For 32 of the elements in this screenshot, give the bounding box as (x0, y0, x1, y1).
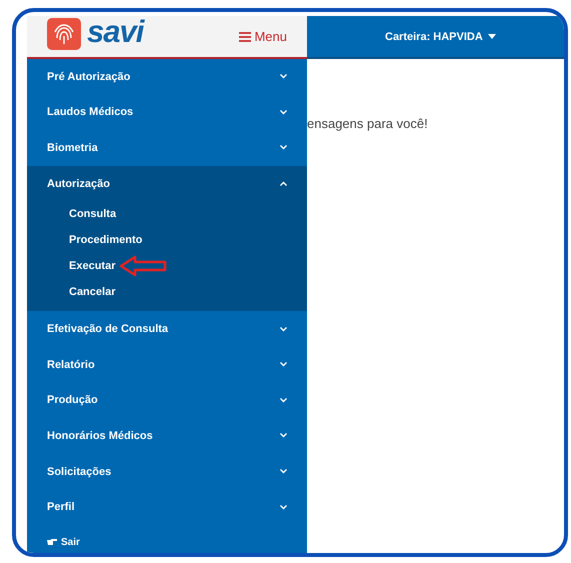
chevron-icon (280, 469, 287, 474)
submenu-item[interactable]: Consulta (69, 208, 116, 220)
chevron-icon (280, 398, 287, 403)
menu-button[interactable]: Menu (239, 29, 287, 44)
chevron-icon (280, 362, 287, 368)
logout-link[interactable]: Sair (27, 524, 307, 553)
menu-item[interactable]: Efetivação de Consulta (27, 311, 307, 347)
chevron-icon (280, 74, 287, 80)
chevron-icon (280, 145, 287, 150)
menu-item[interactable]: Autorização (27, 166, 307, 202)
submenu-item[interactable]: Executar (69, 260, 116, 272)
menu-item[interactable]: Honorários Médicos (27, 418, 307, 454)
wallet-dropdown[interactable]: Carteira: HAPVIDA (385, 30, 496, 42)
chevron-icon (280, 433, 287, 438)
caret-icon (488, 34, 496, 39)
message-text: ensagens para você! (307, 116, 428, 131)
menu-item[interactable]: Produção (27, 382, 307, 418)
menu-item[interactable]: Biometria (27, 130, 307, 166)
menu-item[interactable]: Perfil (27, 489, 307, 525)
chevron-icon (280, 326, 287, 332)
chevron-icon (280, 504, 287, 510)
menu-icon (239, 32, 252, 42)
submenu-item[interactable]: Procedimento (69, 234, 142, 246)
submenu-item[interactable]: Cancelar (69, 286, 116, 298)
menu-item[interactable]: Relatório (27, 346, 307, 383)
pointing-hand-icon (47, 539, 57, 546)
menu-item[interactable]: Laudos Médicos (27, 94, 307, 130)
chevron-icon (280, 110, 287, 115)
menu-item[interactable]: Solicitações (27, 454, 307, 490)
menu-item[interactable]: Pré Autorização (27, 59, 307, 95)
logo-wordmark: savi (87, 14, 144, 50)
chevron-icon (280, 181, 287, 186)
